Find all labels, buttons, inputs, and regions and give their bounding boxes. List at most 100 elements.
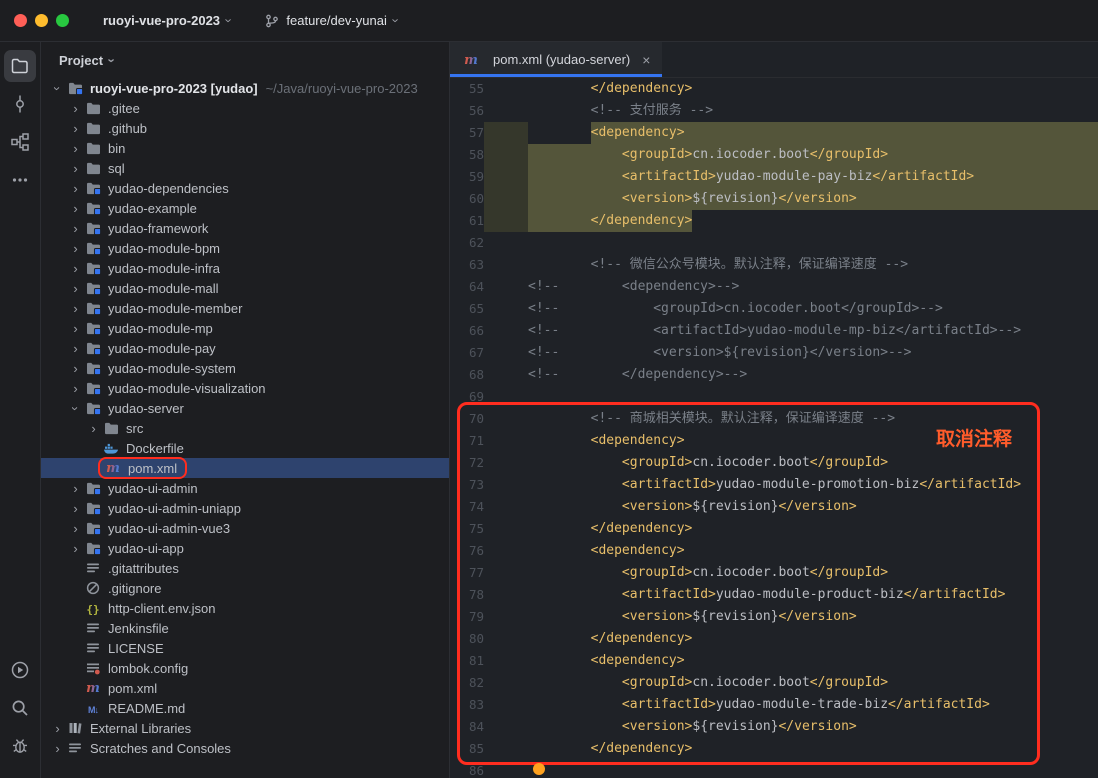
code-content[interactable]: <dependency> [528,430,1098,452]
chevron-right-icon[interactable] [67,162,84,175]
code-content[interactable] [528,760,1098,778]
code-content[interactable]: <dependency> [528,122,1098,144]
gutter-icon-area[interactable] [484,540,528,562]
close-tab-icon[interactable] [642,52,650,68]
minimize-window-icon[interactable] [35,14,48,27]
code-line[interactable]: 84 <version>${revision}</version> [450,716,1098,738]
code-content[interactable] [528,232,1098,254]
tree-item-yudao-module-member[interactable]: yudao-module-member [41,298,449,318]
tree-item-yudao-example[interactable]: yudao-example [41,198,449,218]
tree-item-yudao-module-visualization[interactable]: yudao-module-visualization [41,378,449,398]
tree-item-yudao-module-infra[interactable]: yudao-module-infra [41,258,449,278]
gutter-icon-area[interactable] [484,210,528,232]
code-content[interactable]: <!-- 支付服务 --> [528,100,1098,122]
tree-item-bin[interactable]: bin [41,138,449,158]
gutter-icon-area[interactable] [484,78,528,100]
code-content[interactable]: <version>${revision}</version> [528,606,1098,628]
code-content[interactable]: <dependency> [528,650,1098,672]
code-line[interactable]: 86 [450,760,1098,778]
code-content[interactable]: </dependency> [528,210,1098,232]
tree-item-sql[interactable]: sql [41,158,449,178]
code-line[interactable]: 60 <version>${revision}</version> [450,188,1098,210]
project-widget[interactable]: ruoyi-vue-pro-2023 [93,8,241,33]
tree-item-gitee[interactable]: .gitee [41,98,449,118]
gutter-icon-area[interactable] [484,188,528,210]
code-content[interactable]: <version>${revision}</version> [528,716,1098,738]
gutter-icon-area[interactable] [484,430,528,452]
tree-item-external-libraries[interactable]: External Libraries [41,718,449,738]
tree-item-scratches-and-consoles[interactable]: Scratches and Consoles [41,738,449,758]
tree-item-yudao-dependencies[interactable]: yudao-dependencies [41,178,449,198]
gutter-icon-area[interactable] [484,320,528,342]
gutter-icon-area[interactable] [484,166,528,188]
gutter-icon-area[interactable] [484,716,528,738]
chevron-right-icon[interactable] [67,182,84,195]
gutter-icon-area[interactable] [484,364,528,386]
chevron-right-icon[interactable] [67,322,84,335]
code-line[interactable]: 69 [450,386,1098,408]
code-line[interactable]: 76 <dependency> [450,540,1098,562]
tree-item-http-client-env-json[interactable]: http-client.env.json [41,598,449,618]
code-line[interactable]: 59 <artifactId>yudao-module-pay-biz</art… [450,166,1098,188]
tree-item-readme-md[interactable]: README.md [41,698,449,718]
chevron-right-icon[interactable] [67,302,84,315]
tree-item-yudao-module-mp[interactable]: yudao-module-mp [41,318,449,338]
branch-widget[interactable]: feature/dev-yunai [255,8,408,33]
chevron-right-icon[interactable] [67,482,84,495]
code-content[interactable]: <!-- <version>${revision}</version>--> [528,342,1098,364]
project-panel-header[interactable]: Project [41,42,449,78]
chevron-right-icon[interactable] [67,362,84,375]
chevron-right-icon[interactable] [67,102,84,115]
tree-item-github[interactable]: .github [41,118,449,138]
gutter-icon-area[interactable] [484,496,528,518]
code-line[interactable]: 74 <version>${revision}</version> [450,496,1098,518]
tree-item-yudao-framework[interactable]: yudao-framework [41,218,449,238]
project-tool-button[interactable] [4,50,36,82]
gutter-icon-area[interactable] [484,386,528,408]
code-content[interactable]: <groupId>cn.iocoder.boot</groupId> [528,672,1098,694]
code-content[interactable]: <!-- <groupId>cn.iocoder.boot</groupId>-… [528,298,1098,320]
tree-item-src[interactable]: src [41,418,449,438]
code-content[interactable]: <artifactId>yudao-module-trade-biz</arti… [528,694,1098,716]
code-content[interactable]: <!-- <dependency>--> [528,276,1098,298]
code-line[interactable]: 73 <artifactId>yudao-module-promotion-bi… [450,474,1098,496]
tree-item-pom-xml[interactable]: pom.xml [41,678,449,698]
gutter-icon-area[interactable] [484,562,528,584]
code-line[interactable]: 62 [450,232,1098,254]
code-line[interactable]: 85 </dependency> [450,738,1098,760]
gutter-icon-area[interactable] [484,342,528,364]
code-line[interactable]: 79 <version>${revision}</version> [450,606,1098,628]
gutter-icon-area[interactable] [484,452,528,474]
code-content[interactable]: </dependency> [528,78,1098,100]
chevron-right-icon[interactable] [67,262,84,275]
gutter-icon-area[interactable] [484,738,528,760]
gutter-icon-area[interactable] [484,474,528,496]
code-content[interactable]: </dependency> [528,738,1098,760]
code-line[interactable]: 68<!-- </dependency>--> [450,364,1098,386]
chevron-right-icon[interactable] [67,222,84,235]
tree-item-yudao-ui-admin-vue3[interactable]: yudao-ui-admin-vue3 [41,518,449,538]
tree-item-yudao-module-pay[interactable]: yudao-module-pay [41,338,449,358]
editor-tab-pom-xml[interactable]: pom.xml (yudao-server) [450,42,662,77]
chevron-down-icon[interactable] [69,400,82,417]
code-line[interactable]: 58 <groupId>cn.iocoder.boot</groupId> [450,144,1098,166]
gutter-icon-area[interactable] [484,254,528,276]
gutter-icon-area[interactable] [484,518,528,540]
tree-item-yudao-module-system[interactable]: yudao-module-system [41,358,449,378]
gutter-icon-area[interactable] [484,144,528,166]
chevron-right-icon[interactable] [49,742,66,755]
tree-item-ruoyi-vue-pro-2023-yudao[interactable]: ruoyi-vue-pro-2023 [yudao]~/Java/ruoyi-v… [41,78,449,98]
code-content[interactable]: <!-- <artifactId>yudao-module-mp-biz</ar… [528,320,1098,342]
chevron-right-icon[interactable] [67,542,84,555]
chevron-right-icon[interactable] [67,382,84,395]
gutter-icon-area[interactable] [484,606,528,628]
code-line[interactable]: 83 <artifactId>yudao-module-trade-biz</a… [450,694,1098,716]
problems-tool-button[interactable] [4,730,36,762]
code-line[interactable]: 61 </dependency> [450,210,1098,232]
gutter-icon-area[interactable] [484,760,528,778]
code-line[interactable]: 55 </dependency> [450,78,1098,100]
gutter-icon-area[interactable] [484,100,528,122]
chevron-down-icon[interactable] [51,80,64,97]
code-line[interactable]: 67<!-- <version>${revision}</version>--> [450,342,1098,364]
gutter-icon-area[interactable] [484,694,528,716]
